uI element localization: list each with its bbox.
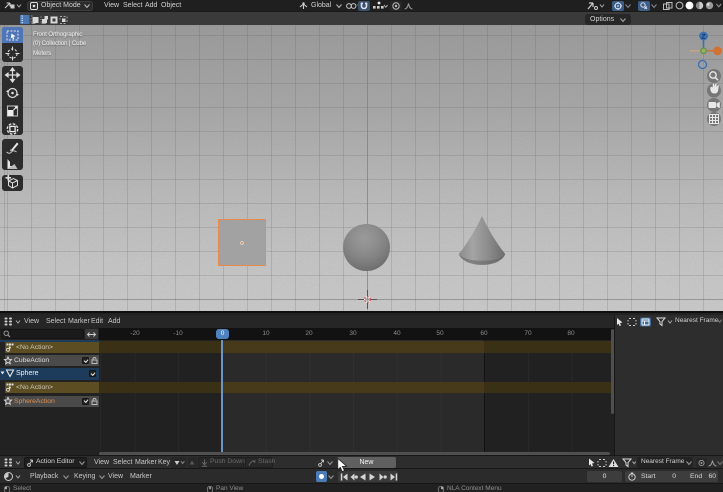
svg-text:Z: Z [702, 34, 706, 41]
